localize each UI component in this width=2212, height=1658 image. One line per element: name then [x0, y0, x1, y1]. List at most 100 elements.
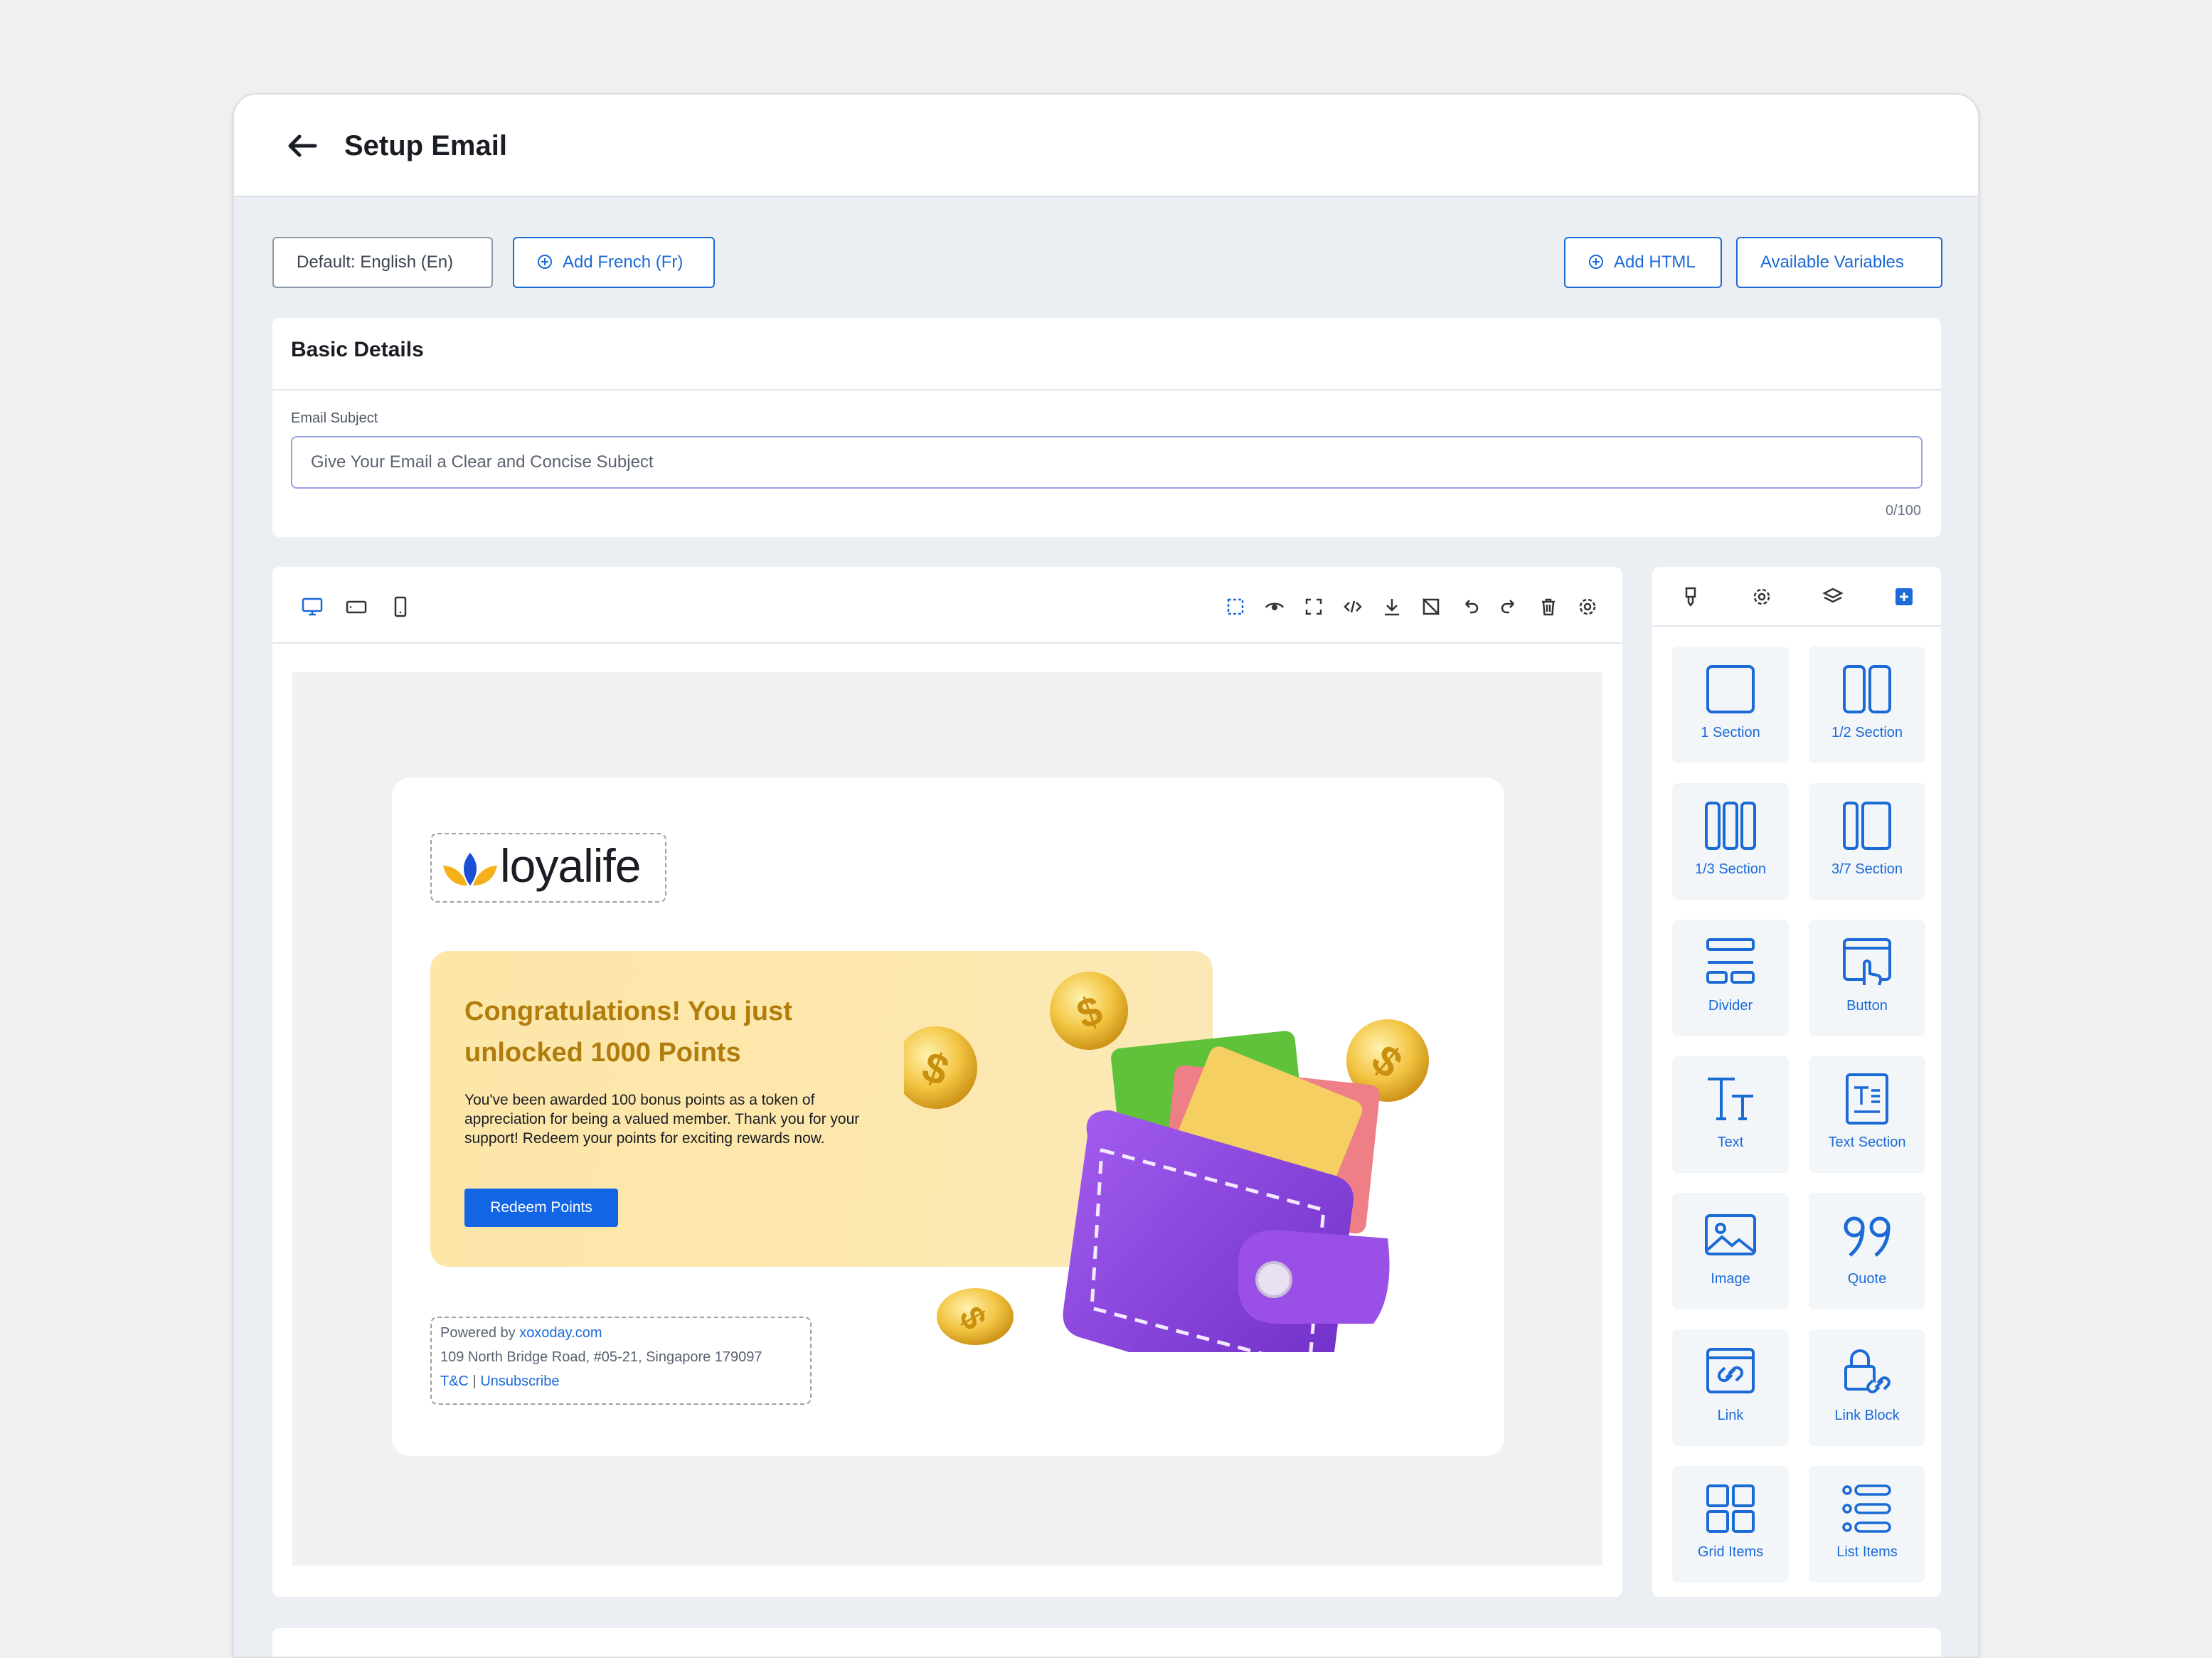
banner-body-text: You've been awarded 100 bonus points as …	[464, 1092, 860, 1147]
preview-eye-icon[interactable]	[1263, 595, 1286, 618]
settings-gear-icon[interactable]	[1576, 595, 1599, 618]
email-preview-card: loyalife Congratulations! You just unloc…	[392, 777, 1504, 1456]
email-subject-label: Email Subject	[291, 410, 378, 426]
block-divider[interactable]: Divider	[1672, 920, 1789, 1036]
footer-address: 109 North Bridge Road, #05-21, Singapore…	[440, 1349, 762, 1365]
undo-icon[interactable]	[1459, 595, 1482, 618]
powered-by-line: Powered by xoxoday.com	[440, 1325, 602, 1341]
one-section-icon	[1706, 665, 1755, 713]
clear-canvas-icon[interactable]	[1420, 595, 1442, 618]
block-half-section[interactable]: 1/2 Section	[1809, 647, 1925, 763]
loyalife-logo-icon	[443, 853, 497, 886]
block-button[interactable]: Button	[1809, 920, 1925, 1036]
block-label: Link Block	[1834, 1408, 1900, 1423]
block-label: 1/2 Section	[1831, 725, 1903, 740]
select-outline-icon[interactable]	[1224, 595, 1247, 618]
code-icon[interactable]	[1341, 595, 1364, 618]
link-block-icon	[1844, 1349, 1891, 1393]
blocks-add-icon[interactable]	[1893, 585, 1915, 608]
top-bar: Setup Email	[234, 95, 1978, 197]
link-icon	[1706, 1348, 1755, 1393]
unsubscribe-link[interactable]: Unsubscribe	[480, 1373, 559, 1389]
block-three-seven-section[interactable]: 3/7 Section	[1809, 783, 1925, 900]
blocks-panel: 1 Section 1/2 Section 1/3 Section 3/7 Se…	[1652, 567, 1941, 1597]
footer-separator: |	[472, 1373, 477, 1389]
desktop-view-icon[interactable]	[301, 595, 324, 618]
email-footer[interactable]: Powered by xoxoday.com 109 North Bridge …	[430, 1317, 812, 1405]
add-html-button[interactable]: Add HTML	[1564, 237, 1722, 288]
block-link-block[interactable]: Link Block	[1809, 1329, 1925, 1446]
block-list-items[interactable]: List Items	[1809, 1466, 1925, 1583]
grid-items-icon	[1706, 1484, 1755, 1533]
text-icon	[1708, 1078, 1753, 1120]
block-third-section[interactable]: 1/3 Section	[1672, 783, 1789, 900]
block-label: 1/3 Section	[1694, 861, 1767, 877]
add-french-button[interactable]: Add French (Fr)	[513, 237, 715, 288]
quote-icon	[1844, 1216, 1891, 1257]
list-items-icon	[1842, 1484, 1891, 1533]
setup-email-window: Setup Email Default: English (En) Add Fr…	[233, 93, 1979, 1658]
plus-circle-icon	[1589, 254, 1603, 269]
email-subject-input[interactable]: Give Your Email a Clear and Concise Subj…	[291, 436, 1923, 489]
block-label: Link	[1717, 1408, 1744, 1423]
page-title: Setup Email	[344, 130, 507, 161]
layers-icon[interactable]	[1822, 585, 1844, 608]
wallet-coins-illustration: $ $ $ $	[904, 972, 1429, 1352]
block-label: Divider	[1708, 998, 1753, 1014]
default-language-button[interactable]: Default: English (En)	[272, 237, 493, 288]
available-variables-button[interactable]: Available Variables	[1736, 237, 1942, 288]
block-image[interactable]: Image	[1672, 1193, 1789, 1309]
block-label: Grid Items	[1697, 1544, 1764, 1560]
block-one-section[interactable]: 1 Section	[1672, 647, 1789, 763]
download-icon[interactable]	[1381, 595, 1403, 618]
editor-canvas[interactable]: loyalife Congratulations! You just unloc…	[292, 672, 1602, 1566]
block-label: Button	[1846, 998, 1888, 1014]
block-label: Text Section	[1828, 1134, 1906, 1150]
block-text-section[interactable]: Text Section	[1809, 1056, 1925, 1173]
block-text[interactable]: Text	[1672, 1056, 1789, 1173]
basic-details-card: Basic Details Email Subject Give Your Em…	[272, 318, 1941, 537]
add-french-label: Add French (Fr)	[563, 253, 684, 272]
block-label: 3/7 Section	[1831, 861, 1903, 877]
block-link[interactable]: Link	[1672, 1329, 1789, 1446]
block-label: List Items	[1836, 1544, 1898, 1560]
back-arrow-icon[interactable]	[284, 127, 321, 164]
powered-by-text: Powered by	[440, 1325, 516, 1341]
tc-link[interactable]: T&C	[440, 1373, 469, 1389]
trash-icon[interactable]	[1537, 595, 1560, 618]
block-label: Quote	[1847, 1271, 1887, 1287]
image-icon	[1705, 1214, 1756, 1255]
plus-circle-icon	[538, 254, 552, 269]
divider	[272, 642, 1622, 644]
three-seven-section-icon	[1843, 802, 1891, 850]
logo-block[interactable]: loyalife	[430, 833, 666, 903]
add-html-label: Add HTML	[1614, 253, 1696, 272]
character-counter: 0/100	[1885, 503, 1921, 519]
block-label: Text	[1717, 1134, 1744, 1150]
mobile-view-icon[interactable]	[389, 595, 412, 618]
next-section-card	[272, 1628, 1941, 1657]
banner-headline: Congratulations! You just unlocked 1000 …	[464, 997, 792, 1068]
tablet-view-icon[interactable]	[345, 595, 368, 618]
divider-icon	[1706, 938, 1755, 984]
button-icon	[1843, 938, 1891, 986]
style-brush-icon[interactable]	[1679, 585, 1702, 608]
redeem-points-button[interactable]: Redeem Points	[464, 1189, 618, 1227]
half-section-icon	[1843, 665, 1891, 713]
block-quote[interactable]: Quote	[1809, 1193, 1925, 1309]
block-label: 1 Section	[1701, 725, 1760, 740]
settings-gear-icon[interactable]	[1750, 585, 1773, 608]
basic-details-title: Basic Details	[291, 338, 424, 361]
divider	[272, 389, 1941, 390]
redo-icon[interactable]	[1498, 595, 1521, 618]
block-label: Image	[1711, 1271, 1750, 1287]
xoxoday-link[interactable]: xoxoday.com	[519, 1325, 602, 1341]
email-editor: loyalife Congratulations! You just unloc…	[272, 567, 1622, 1597]
footer-links: T&C | Unsubscribe	[440, 1373, 560, 1390]
text-section-icon	[1846, 1073, 1888, 1125]
fullscreen-icon[interactable]	[1302, 595, 1325, 618]
logo-text: loyalife	[500, 839, 641, 892]
block-grid-items[interactable]: Grid Items	[1672, 1466, 1789, 1583]
divider	[1652, 625, 1941, 627]
third-section-icon	[1705, 802, 1756, 850]
